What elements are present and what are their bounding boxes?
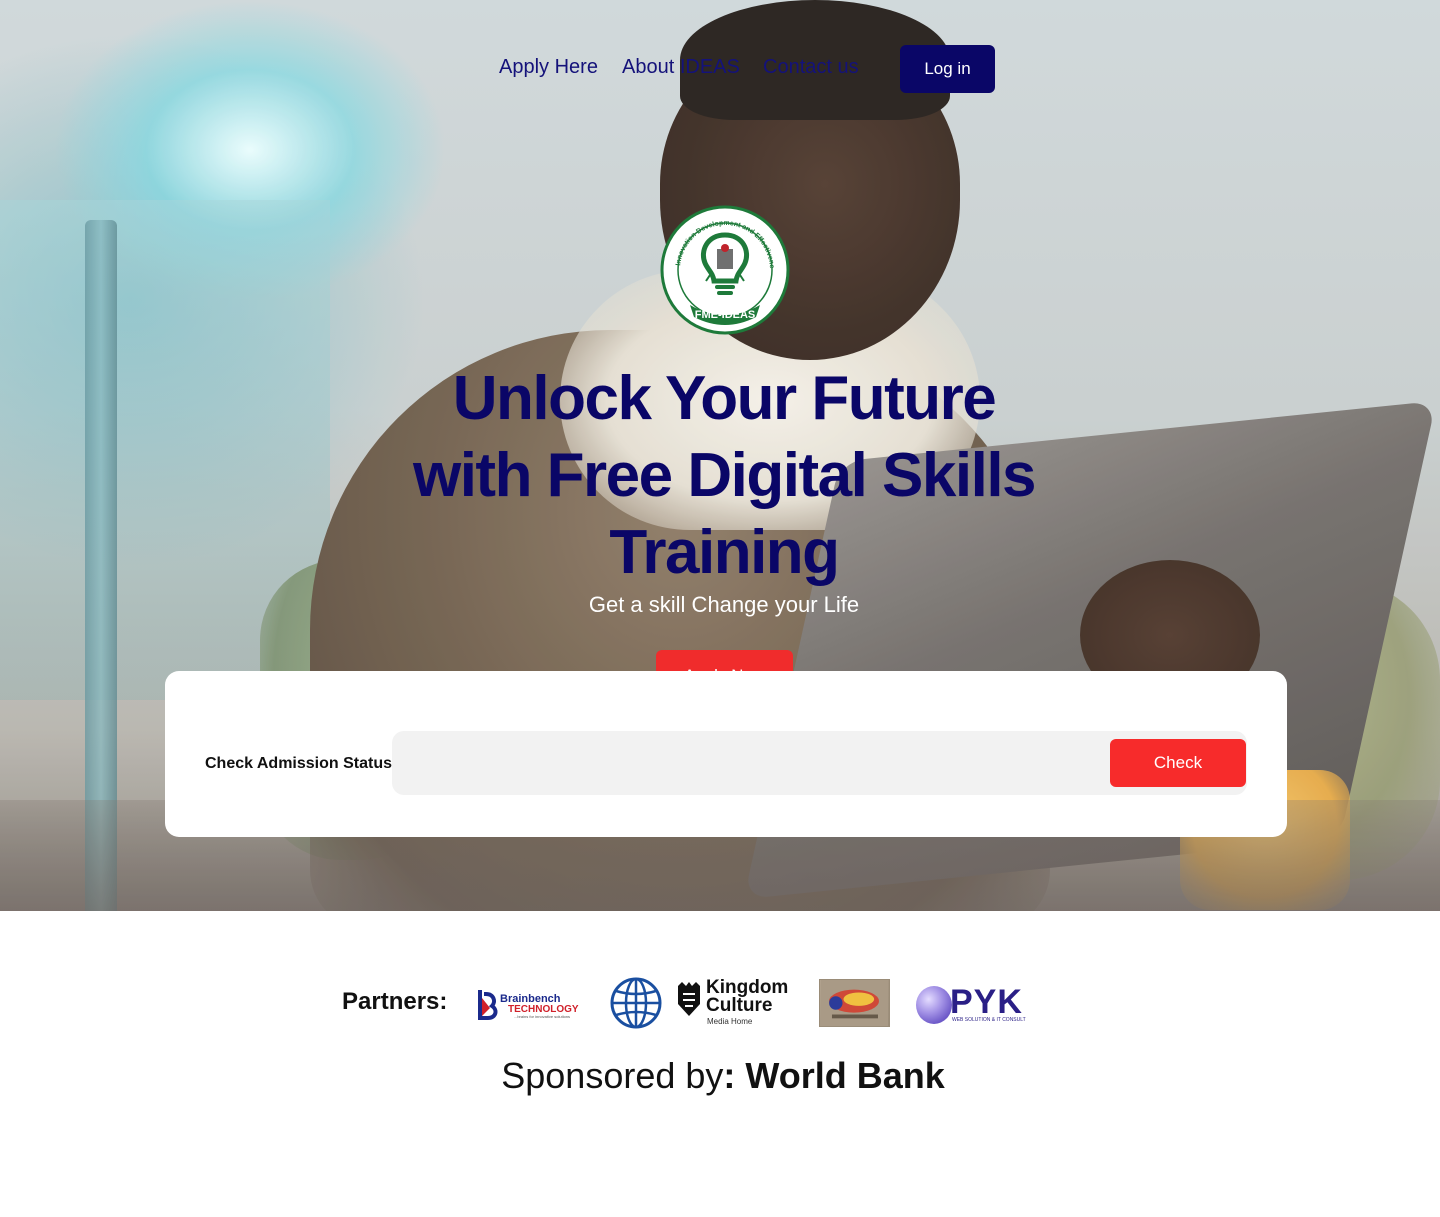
- top-nav: Apply Here About IDEAS Contact us Log in: [0, 45, 1440, 93]
- kingdom-crest-icon: [678, 982, 700, 1016]
- hero-subline: Get a skill Change your Life: [588, 592, 860, 617]
- pyk-tagline: WEB SOLUTION & IT CONSULT: [952, 1017, 1026, 1023]
- nav-link-contact-us[interactable]: Contact us: [763, 56, 859, 79]
- sponsor-prefix: Sponsored by: [501, 1055, 724, 1096]
- kingdom-culture-logo: Kingdom Culture Media Home: [676, 978, 798, 1028]
- login-button[interactable]: Log in: [900, 45, 995, 93]
- nav-link-apply-here[interactable]: Apply Here: [499, 56, 598, 79]
- emblem-banner-text: FME-IDEAS: [695, 309, 756, 321]
- admission-status-card: Check Admission Status Check: [165, 671, 1287, 837]
- pyk-orb-icon: [916, 986, 952, 1024]
- pyk-logo: PYK WEB SOLUTION & IT CONSULT: [916, 984, 1032, 1026]
- esg-logo: [819, 979, 890, 1027]
- pyk-name: PYK: [950, 983, 1023, 1021]
- hero-section: Apply Here About IDEAS Contact us Log in…: [0, 0, 1440, 911]
- brainbench-tagline: ...brains for innovative solutions: [514, 1014, 570, 1019]
- sponsor-line: Sponsored by: World Bank: [0, 1055, 1440, 1097]
- check-button[interactable]: Check: [1110, 739, 1246, 787]
- admission-status-input[interactable]: [392, 731, 1102, 795]
- brainbench-logo: Brainbench TECHNOLOGY ...brains for inno…: [478, 990, 579, 1020]
- kingdom-line3: Media Home: [707, 1017, 753, 1026]
- kingdom-line2: Culture: [706, 995, 773, 1016]
- admission-status-label: Check Admission Status: [205, 755, 393, 772]
- hero-headline: Unlock Your Future with Free Digital Ski…: [412, 364, 1037, 587]
- partners-label: Partners:: [342, 988, 448, 1015]
- fme-ideas-emblem-logo: Innovation Development and Effectiveness…: [660, 205, 790, 335]
- globe-logo: [610, 977, 662, 1029]
- sponsor-name: : World Bank: [723, 1055, 945, 1096]
- nav-link-about-ideas[interactable]: About IDEAS: [622, 56, 740, 79]
